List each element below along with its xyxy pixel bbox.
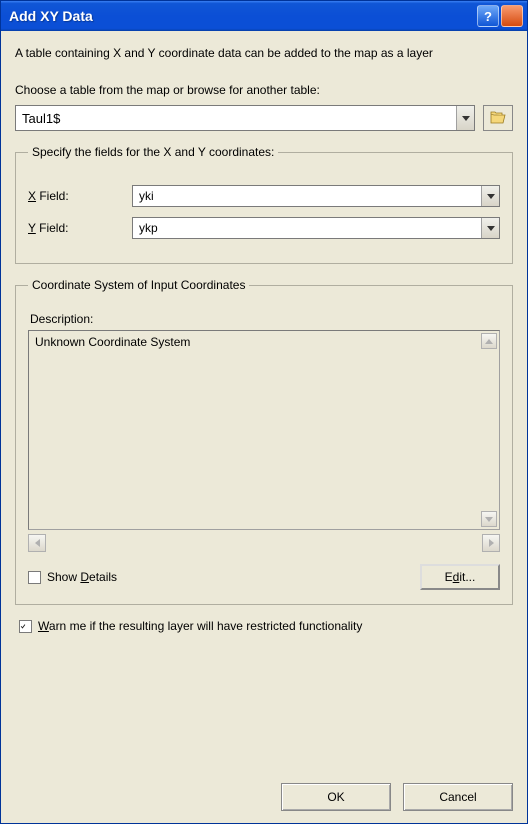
edit-button[interactable]: Edit... — [420, 564, 500, 590]
y-field-value: ykp — [133, 221, 481, 235]
warn-checkbox[interactable] — [19, 620, 32, 633]
warn-label: Warn me if the resulting layer will have… — [38, 619, 362, 633]
warn-row: Warn me if the resulting layer will have… — [19, 619, 513, 633]
x-field-label: X Field: — [28, 189, 132, 203]
table-row: Taul1$ — [15, 105, 513, 131]
show-details-checkbox[interactable] — [28, 571, 41, 584]
dialog-window: Add XY Data ? A table containing X and Y… — [0, 0, 528, 824]
y-field-row: Y Field: ykp — [28, 217, 500, 239]
description-value: Unknown Coordinate System — [35, 335, 190, 349]
scroll-right-icon[interactable] — [482, 534, 500, 552]
scroll-down-icon[interactable] — [481, 511, 497, 527]
table-combo[interactable]: Taul1$ — [15, 105, 475, 131]
horizontal-scrollbar[interactable] — [28, 534, 500, 552]
xy-fields-group: Specify the fields for the X and Y coord… — [15, 145, 513, 264]
scroll-left-icon[interactable] — [28, 534, 46, 552]
help-icon: ? — [484, 9, 492, 24]
help-button[interactable]: ? — [477, 5, 499, 27]
show-details-row: Show Details — [28, 570, 117, 584]
scrollbar-track — [46, 534, 482, 552]
show-details-label: Show Details — [47, 570, 117, 584]
chevron-down-icon — [456, 106, 474, 130]
xy-fields-legend: Specify the fields for the X and Y coord… — [28, 145, 278, 159]
description-label: Description: — [30, 312, 500, 326]
x-field-combo[interactable]: yki — [132, 185, 500, 207]
table-combo-value: Taul1$ — [16, 111, 456, 126]
choose-table-label: Choose a table from the map or browse fo… — [15, 83, 513, 97]
cancel-button[interactable]: Cancel — [403, 783, 513, 811]
coord-system-legend: Coordinate System of Input Coordinates — [28, 278, 249, 292]
dialog-content: A table containing X and Y coordinate da… — [1, 31, 527, 643]
x-field-row: X Field: yki — [28, 185, 500, 207]
browse-button[interactable] — [483, 105, 513, 131]
scroll-up-icon[interactable] — [481, 333, 497, 349]
folder-open-icon — [490, 110, 506, 127]
description-box: Unknown Coordinate System — [28, 330, 500, 530]
close-button[interactable] — [501, 5, 523, 27]
intro-text: A table containing X and Y coordinate da… — [15, 45, 513, 61]
ok-button[interactable]: OK — [281, 783, 391, 811]
x-field-value: yki — [133, 189, 481, 203]
y-field-combo[interactable]: ykp — [132, 217, 500, 239]
coord-system-group: Coordinate System of Input Coordinates D… — [15, 278, 513, 605]
chevron-down-icon — [481, 218, 499, 238]
y-field-label: Y Field: — [28, 221, 132, 235]
vertical-scrollbar[interactable] — [481, 333, 497, 527]
titlebar: Add XY Data ? — [1, 1, 527, 31]
dialog-footer: OK Cancel — [281, 783, 513, 811]
chevron-down-icon — [481, 186, 499, 206]
window-title: Add XY Data — [9, 8, 475, 24]
coord-bottom-row: Show Details Edit... — [28, 564, 500, 590]
